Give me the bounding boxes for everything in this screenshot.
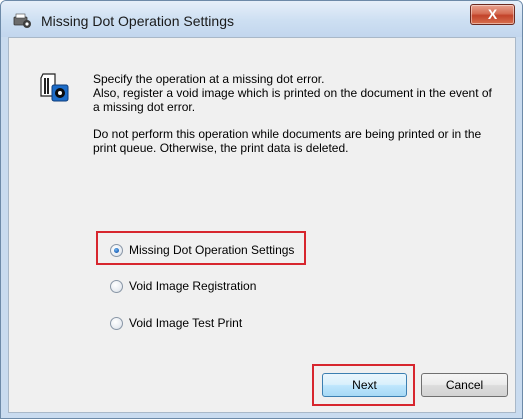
radio-button[interactable] xyxy=(110,280,123,293)
radio-button[interactable] xyxy=(110,244,123,257)
warning-text: Do not perform this operation while docu… xyxy=(93,127,482,155)
document-gear-icon xyxy=(40,73,69,102)
radio-label: Void Image Registration xyxy=(129,279,257,293)
close-button[interactable]: X xyxy=(470,4,515,25)
radio-label: Missing Dot Operation Settings xyxy=(129,243,295,257)
radio-label: Void Image Test Print xyxy=(129,316,243,330)
dialog-body: Specify the operation at a missing dot e… xyxy=(8,37,516,413)
title-bar[interactable]: Missing Dot Operation Settings X xyxy=(1,1,522,37)
radio-button[interactable] xyxy=(110,317,123,330)
printer-gear-icon xyxy=(13,13,31,28)
next-button[interactable]: Next xyxy=(322,373,407,397)
description-text: Specify the operation at a missing dot e… xyxy=(93,72,492,114)
window-title: Missing Dot Operation Settings xyxy=(41,13,234,29)
close-icon: X xyxy=(487,6,498,22)
cancel-button[interactable]: Cancel xyxy=(421,373,508,397)
dialog-window: Missing Dot Operation Settings X Specify… xyxy=(0,0,523,419)
